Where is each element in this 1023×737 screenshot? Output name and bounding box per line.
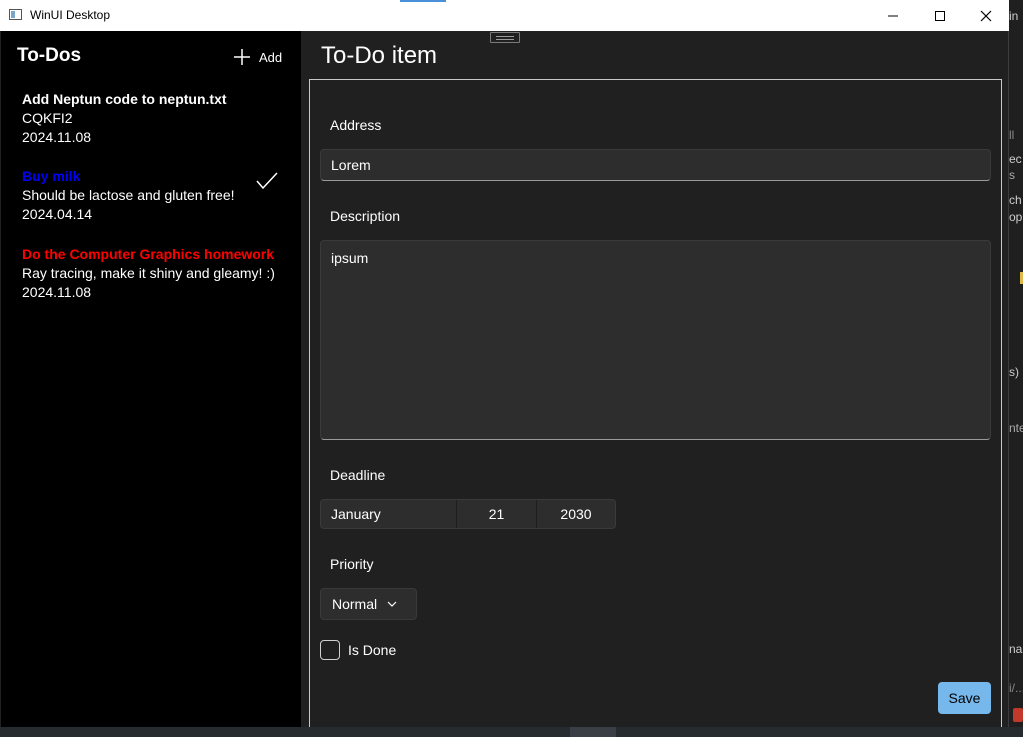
deadline-year[interactable]: 2030 [536,500,615,528]
app-icon [1013,708,1023,722]
description-label: Description [330,208,401,224]
app-window: WinUI Desktop To-Dos Add Add Neptun code… [0,0,1009,727]
background-app-strip: in ll ec s ch op s) nte na i/... [1009,0,1023,737]
sidebar-title: To-Dos [17,45,82,66]
chevron-down-icon [387,601,397,607]
background-text: ll [1009,128,1015,142]
close-icon [980,10,992,21]
background-text: op [1009,210,1023,224]
todo-list-item[interactable]: Do the Computer Graphics homework Ray tr… [22,245,292,302]
todo-description: Ray tracing, make it shiny and gleamy! :… [22,265,275,281]
maximize-button[interactable] [917,0,963,31]
todo-title: Buy milk [22,168,81,184]
background-text: i/... [1009,681,1023,695]
page-title: To-Do item [321,42,438,69]
todo-list-item[interactable]: Add Neptun code to neptun.txt CQKFI2 202… [22,90,292,147]
save-button[interactable]: Save [938,682,991,714]
todo-date: 2024.11.08 [22,129,92,145]
priority-label: Priority [330,556,374,572]
window-title: WinUI Desktop [30,8,111,22]
is-done-label[interactable]: Is Done [348,642,396,658]
priority-value: Normal [332,596,378,612]
todo-description: Should be lactose and gluten free! [22,187,235,203]
todo-date: 2024.04.14 [22,206,93,222]
checkmark-icon [256,172,278,190]
address-label: Address [330,117,382,133]
background-text: s [1009,168,1015,182]
title-bar: WinUI Desktop [0,0,1009,31]
priority-combobox[interactable]: Normal [320,588,417,620]
todo-list-item[interactable]: Buy milk Should be lactose and gluten fr… [22,167,292,224]
background-text: ch [1009,193,1022,207]
todo-title: Add Neptun code to neptun.txt [22,91,227,107]
deadline-month[interactable]: January [321,500,456,528]
todo-date: 2024.11.08 [22,284,92,300]
deadline-label: Deadline [330,467,386,483]
background-text: nte [1009,421,1023,435]
background-text: s) [1009,365,1019,379]
taskbar-item[interactable] [570,727,616,737]
title-bar-accent [400,0,446,2]
close-button[interactable] [963,0,1009,31]
description-field[interactable]: ipsum [320,240,991,440]
todo-sidebar: To-Dos Add Add Neptun code to neptun.txt… [1,31,301,727]
plus-icon [234,49,250,65]
address-field[interactable]: Lorem [320,149,991,181]
add-button[interactable]: Add [233,46,282,68]
background-text: in [1009,9,1019,23]
window-app-icon [9,9,22,20]
todo-description: CQKFI2 [22,110,73,126]
minimize-icon [888,15,898,16]
maximize-icon [935,10,945,21]
taskbar [0,727,1023,737]
pane-resize-grip[interactable] [490,32,520,43]
minimize-button[interactable] [870,0,916,31]
todo-title: Do the Computer Graphics homework [22,246,275,262]
background-text: na [1009,642,1023,656]
deadline-date-picker[interactable]: January 21 2030 [320,499,616,529]
is-done-checkbox[interactable] [320,640,340,660]
deadline-day[interactable]: 21 [456,500,536,528]
add-button-label: Add [259,49,283,65]
background-text: ec [1009,152,1022,166]
